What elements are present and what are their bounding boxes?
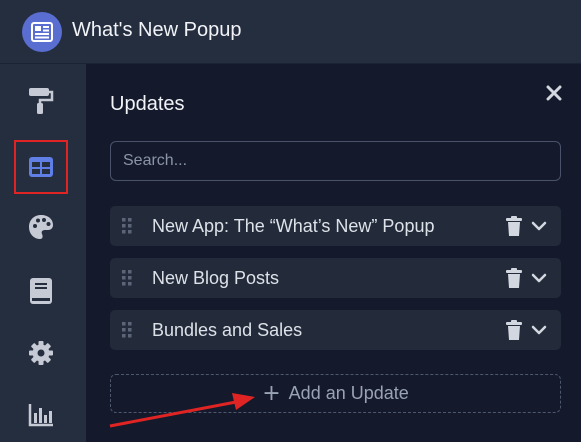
update-title: New Blog Posts — [152, 268, 280, 288]
panel-title: Updates — [110, 93, 185, 115]
chevron-down-icon — [531, 325, 547, 335]
sidebar-item-settings[interactable] — [14, 326, 68, 380]
delete-button[interactable] — [504, 319, 524, 341]
delete-button[interactable] — [504, 267, 524, 289]
bar-chart-icon — [28, 404, 53, 427]
sidebar-item-updates[interactable] — [14, 140, 68, 194]
update-row[interactable]: Bundles and Sales — [110, 310, 561, 350]
drag-handle-icon[interactable] — [122, 270, 132, 286]
trash-icon — [506, 320, 522, 340]
sidebar-item-docs[interactable] — [14, 264, 68, 318]
trash-icon — [506, 268, 522, 288]
expand-button[interactable] — [528, 319, 550, 341]
table-icon — [29, 157, 53, 177]
sidebar-item-design[interactable] — [14, 74, 68, 128]
gear-icon — [29, 341, 53, 365]
expand-button[interactable] — [528, 215, 550, 237]
top-bar: What's New Popup — [0, 0, 581, 64]
search-input[interactable] — [110, 141, 561, 181]
chevron-down-icon — [531, 273, 547, 283]
plus-icon: + — [262, 380, 281, 406]
sidebar-item-analytics[interactable] — [14, 388, 68, 442]
palette-icon — [29, 215, 53, 239]
book-icon — [30, 278, 52, 304]
update-title: Bundles and Sales — [152, 320, 303, 340]
chevron-down-icon — [531, 221, 547, 231]
update-title: New App: The “What’s New” Popup — [152, 216, 435, 236]
app-title: What's New Popup — [72, 19, 242, 41]
update-row[interactable]: New Blog Posts — [110, 258, 561, 298]
sidebar-item-colors[interactable] — [14, 200, 68, 254]
drag-handle-icon[interactable] — [122, 218, 132, 234]
expand-button[interactable] — [528, 267, 550, 289]
add-update-label: Add an Update — [288, 383, 409, 403]
close-button[interactable] — [543, 82, 565, 104]
update-row[interactable]: New App: The “What’s New” Popup — [110, 206, 561, 246]
trash-icon — [506, 216, 522, 236]
delete-button[interactable] — [504, 215, 524, 237]
sidebar — [0, 64, 86, 442]
newspaper-icon — [22, 12, 62, 52]
add-update-button[interactable]: + Add an Update — [110, 374, 561, 413]
close-icon — [546, 85, 562, 101]
paint-roller-icon — [29, 88, 54, 114]
updates-panel: Updates New App: The “What’s New” Popup … — [86, 64, 581, 442]
drag-handle-icon[interactable] — [122, 322, 132, 338]
